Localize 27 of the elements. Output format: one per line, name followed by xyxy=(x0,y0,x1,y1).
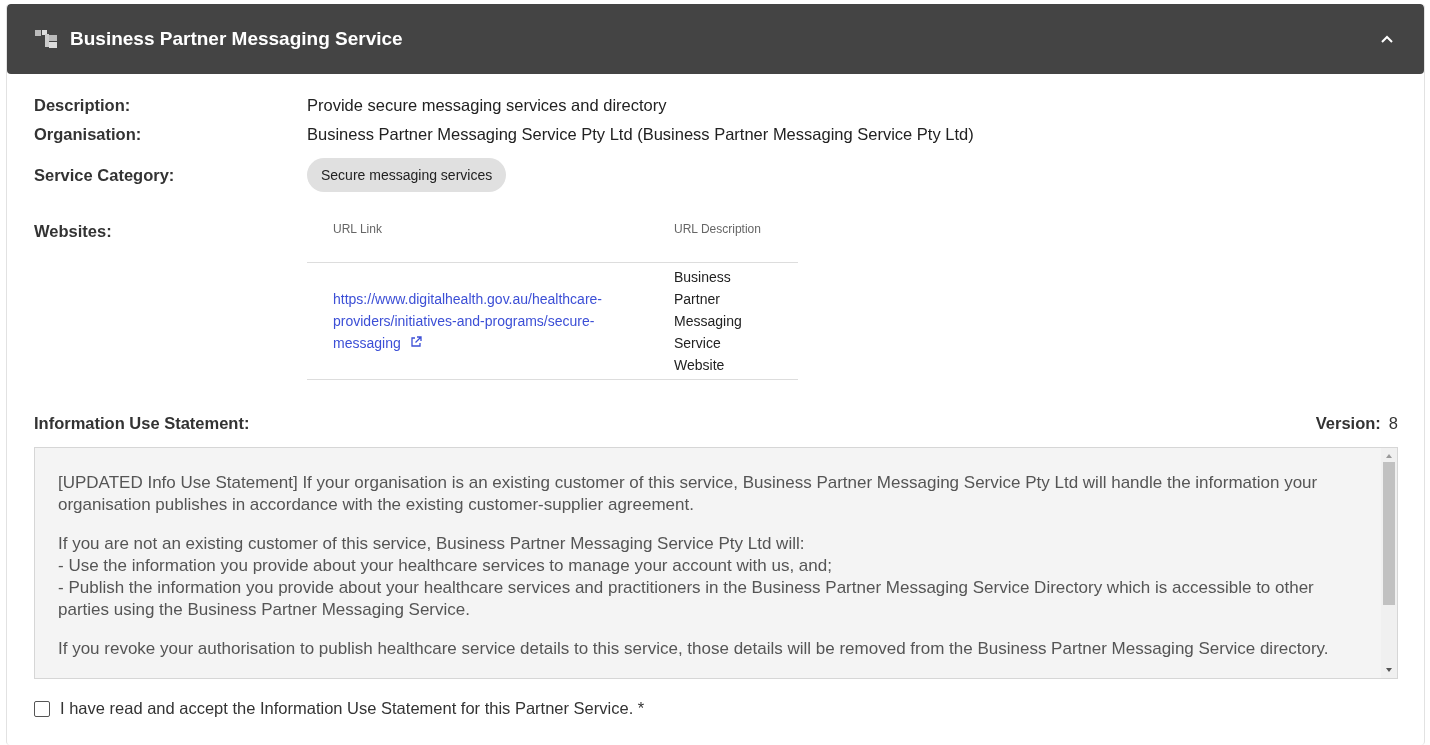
panel-title: Business Partner Messaging Service xyxy=(70,28,404,50)
field-label: Service Category: xyxy=(34,166,176,185)
field-label: Organisation: xyxy=(34,125,143,144)
url-link[interactable]: https://www.digitalhealth.gov.au/healthcare-providers/initiatives-and-programs/secure-messaging xyxy=(307,288,674,354)
statement-text: If you are not an existing customer of this service, Business Partner Messaging Service Pty Ltd will: xyxy=(58,533,806,555)
external-link-icon xyxy=(409,336,422,348)
statement-text: [UPDATED Info Use Statement] If your organisation is an existing customer of this service, Business Partner Messaging Service Pty Ltd will handle the information your organisation publishes in accordance with the existing customer-supplier agreement. xyxy=(58,472,1319,516)
checkbox-label: I have read and accept the Information Use Statement for this Partner Service. * xyxy=(60,699,645,718)
field-value: Provide secure messaging services and directory xyxy=(307,96,668,115)
scrollbar[interactable] xyxy=(1381,448,1397,678)
version-number: 8 xyxy=(1388,414,1398,433)
column-header: URL Link xyxy=(333,222,382,236)
hierarchy-icon xyxy=(35,29,59,49)
table-cell-text: Business Partner Messaging Service Website xyxy=(674,268,743,375)
chevron-icon xyxy=(1380,34,1394,44)
statement-text: If you revoke your authorisation to publish healthcare service details to this service, those details will be removed from the Business Partner Messaging Service directory. xyxy=(58,638,1330,660)
column-header: URL Description xyxy=(674,222,761,236)
section-label: Information Use Statement: xyxy=(34,414,250,433)
scroll-down-icon[interactable] xyxy=(1385,666,1393,674)
field-value: Business Partner Messaging Service Pty Ltd (Business Partner Messaging Service Pty Ltd) xyxy=(307,125,975,144)
statement-text: - Publish the information you provide about your healthcare services and practitioners in the Business Partner Messaging Service Directory which is accessible to other parties using the Business Partner Messaging Service. xyxy=(58,577,1315,621)
field-label: Websites: xyxy=(34,222,113,241)
accept-checkbox[interactable] xyxy=(34,700,50,717)
category-chip: Secure messaging services xyxy=(307,158,507,192)
version-label: Version: xyxy=(1315,414,1381,433)
field-label: Description: xyxy=(34,96,132,115)
statement-text: - Use the information you provide about your healthcare services to manage your account with us, and; xyxy=(58,555,833,577)
